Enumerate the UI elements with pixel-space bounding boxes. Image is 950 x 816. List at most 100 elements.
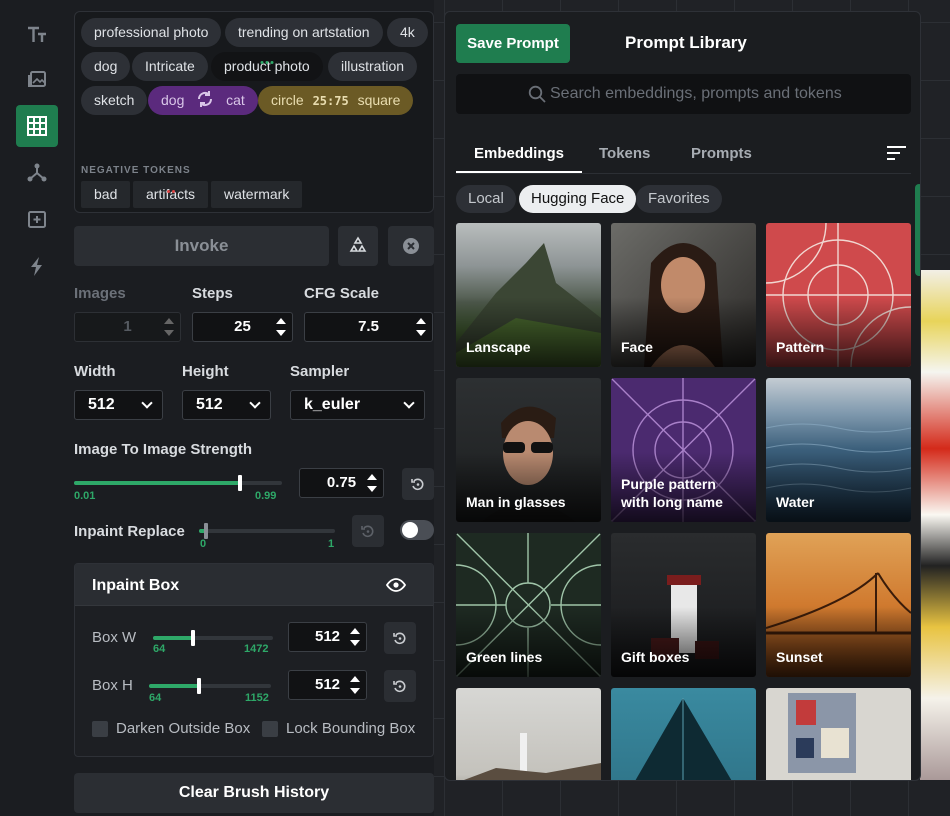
sampler-value: k_euler	[304, 396, 361, 413]
card-shade	[766, 452, 911, 522]
reset-inpaint-replace-button[interactable]	[352, 515, 384, 547]
reset-icon	[393, 680, 406, 693]
embedding-card[interactable]: Water	[766, 378, 911, 522]
embedding-card[interactable]: Pattern	[766, 223, 911, 367]
filter-hugging-face[interactable]: Hugging Face	[519, 185, 637, 213]
recycle-icon	[349, 236, 367, 252]
box-h-input[interactable]: 512	[288, 670, 367, 700]
tab-prompts[interactable]: Prompts	[691, 145, 752, 162]
slider-thumb[interactable]	[190, 630, 195, 646]
embedding-card[interactable]: Gift boxes	[611, 533, 756, 677]
inpaint-replace-toggle[interactable]	[400, 520, 434, 540]
embedding-card[interactable]	[456, 688, 601, 780]
negative-token-chip-selected[interactable]: artifacts	[133, 181, 209, 208]
token-chip[interactable]: illustration	[328, 52, 418, 81]
tab-tokens[interactable]: Tokens	[599, 145, 650, 162]
width-value: 512	[88, 396, 115, 413]
slider-thumb[interactable]	[238, 475, 243, 491]
inpaint-box-header[interactable]: Inpaint Box	[75, 564, 433, 606]
add-image-icon[interactable]	[16, 198, 58, 240]
lock-bounding-checkbox[interactable]	[262, 721, 278, 737]
eye-icon[interactable]	[386, 577, 406, 593]
stepper-icon[interactable]	[164, 318, 174, 336]
reset-box-h-button[interactable]	[384, 670, 416, 702]
lighthouse-art	[464, 733, 601, 780]
token-chip[interactable]: professional photo	[81, 18, 222, 47]
image-icon[interactable]	[16, 57, 58, 99]
darken-outside-checkbox[interactable]	[92, 721, 108, 737]
embedding-card[interactable]: Face	[611, 223, 756, 367]
reset-img2img-button[interactable]	[402, 468, 434, 500]
token-box[interactable]: professional photo trending on artstatio…	[74, 11, 434, 213]
sort-icon[interactable]	[887, 146, 906, 160]
card-label: Pattern	[776, 339, 825, 355]
width-select[interactable]: 512	[74, 390, 163, 420]
token-chip[interactable]: 4k	[387, 18, 428, 47]
ratio-token[interactable]: circle 25:75 square	[258, 86, 414, 115]
slider-thumb[interactable]	[203, 523, 208, 539]
slider-max: 1	[328, 538, 335, 550]
search-input[interactable]: Search embeddings, prompts and tokens	[456, 74, 911, 114]
img2img-strength-slider[interactable]	[74, 475, 282, 491]
card-label: Green lines	[466, 649, 543, 665]
cfg-scale-label: CFG Scale	[304, 285, 380, 302]
inpaint-box-panel: Inpaint Box Box W 64 1472 512 Box H 64 1…	[74, 563, 434, 757]
stepper-icon[interactable]	[350, 676, 360, 694]
reset-box-w-button[interactable]	[384, 622, 416, 654]
token-chip[interactable]: dog	[81, 52, 131, 81]
card-shade	[766, 297, 911, 367]
close-circle-icon	[403, 238, 419, 254]
ratio-token-b: square	[357, 92, 401, 108]
search-icon	[528, 85, 546, 103]
slider-max: 0.99	[255, 490, 277, 502]
embedding-card[interactable]: Lanscape	[456, 223, 601, 367]
negative-token-chip[interactable]: bad	[81, 181, 131, 208]
save-prompt-button[interactable]: Save Prompt	[456, 24, 570, 63]
clear-brush-history-button[interactable]: Clear Brush History	[74, 773, 434, 813]
stepper-icon[interactable]	[350, 628, 360, 646]
token-chip[interactable]: sketch	[81, 86, 148, 115]
reset-icon	[361, 525, 374, 538]
img2img-strength-input[interactable]: 0.75	[299, 468, 384, 498]
slider-fill	[153, 636, 193, 640]
tab-embeddings[interactable]: Embeddings	[474, 145, 564, 162]
steps-input[interactable]: 25	[192, 312, 293, 342]
cfg-scale-input[interactable]: 7.5	[304, 312, 433, 342]
embedding-card[interactable]	[766, 688, 911, 780]
embedding-card[interactable]: Sunset	[766, 533, 911, 677]
slider-thumb[interactable]	[197, 678, 202, 694]
bolt-icon[interactable]	[16, 245, 58, 287]
inpaint-replace-slider[interactable]	[199, 523, 335, 539]
box-w-input[interactable]: 512	[288, 622, 367, 652]
height-select[interactable]: 512	[182, 390, 271, 420]
embedding-card[interactable]: Purple pattern with long name	[611, 378, 756, 522]
box-h-slider[interactable]	[149, 678, 271, 694]
box-w-slider[interactable]	[153, 630, 273, 646]
recycle-button[interactable]	[338, 226, 378, 266]
negative-token-chip[interactable]: watermark	[211, 181, 303, 208]
stepper-icon[interactable]	[276, 318, 286, 336]
reset-icon	[411, 478, 424, 491]
token-chip-selected[interactable]: product photo	[211, 52, 323, 81]
cancel-button[interactable]	[388, 226, 434, 266]
sampler-select[interactable]: k_euler	[290, 390, 425, 420]
grid-icon[interactable]	[16, 105, 58, 147]
library-scrollbar[interactable]	[915, 184, 920, 276]
token-chip[interactable]: Intricate	[132, 52, 208, 81]
card-label: Man in glasses	[466, 494, 566, 510]
stepper-icon[interactable]	[367, 474, 377, 492]
embedding-card[interactable]: Green lines	[456, 533, 601, 677]
nodes-icon[interactable]	[16, 151, 58, 193]
embedding-card[interactable]: Man in glasses	[456, 378, 601, 522]
blend-token[interactable]: dog cat	[148, 86, 258, 115]
art-wall-art	[788, 693, 856, 773]
filter-local[interactable]: Local	[456, 185, 516, 213]
stepper-icon[interactable]	[416, 318, 426, 336]
token-chip[interactable]: trending on artstation	[225, 18, 383, 47]
text-icon[interactable]	[16, 14, 58, 56]
invoke-button[interactable]: Invoke	[74, 226, 329, 266]
embedding-card[interactable]	[611, 688, 756, 780]
ratio-token-a: circle	[271, 92, 304, 108]
filter-favorites[interactable]: Favorites	[636, 185, 722, 213]
images-input[interactable]: 1	[74, 312, 181, 342]
